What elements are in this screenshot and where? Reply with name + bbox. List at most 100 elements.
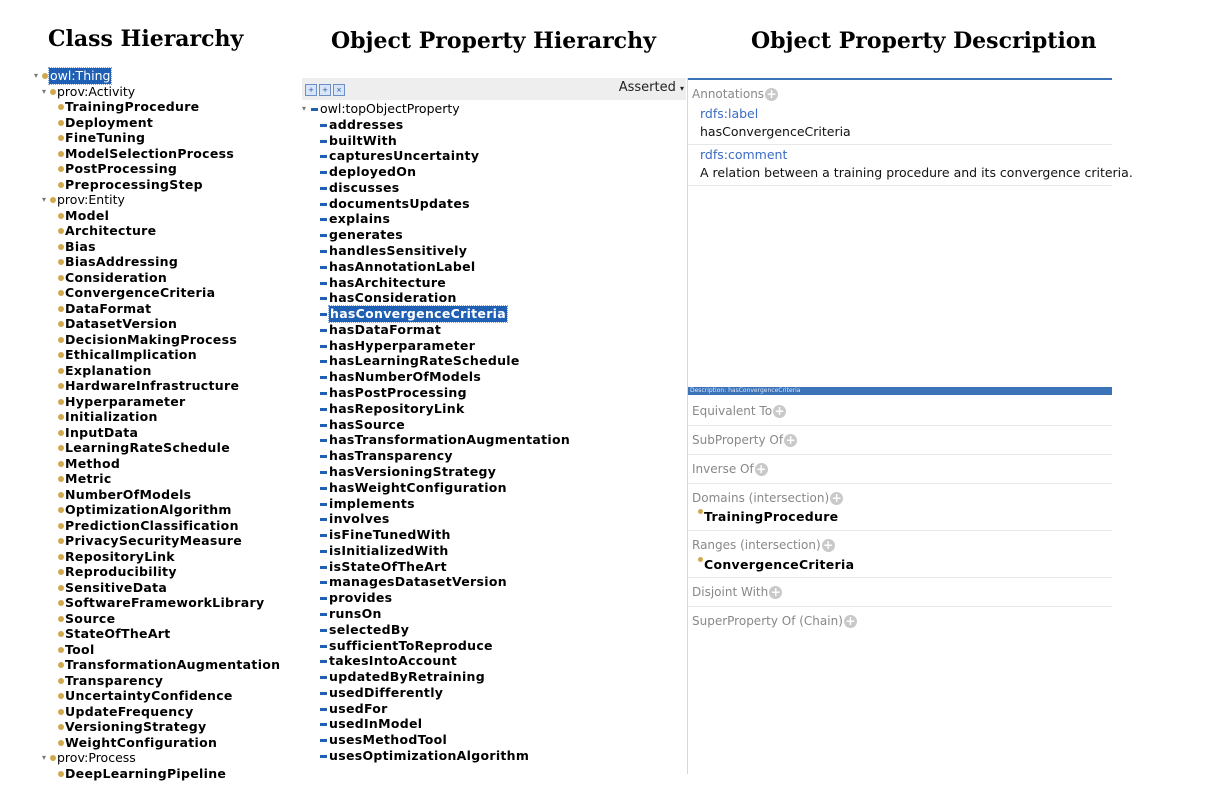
property-tree-item[interactable]: usedInModel xyxy=(320,716,680,732)
property-tree-item[interactable]: isStateOfTheArt xyxy=(320,559,680,575)
class-tree-item[interactable]: Hyperparameter xyxy=(50,394,310,410)
add-inverse-icon[interactable]: + xyxy=(754,463,768,476)
class-tree-item[interactable]: EthicalImplication xyxy=(50,347,310,363)
property-tree-item[interactable]: hasPostProcessing xyxy=(320,385,680,401)
property-tree-item[interactable]: hasHyperparameter xyxy=(320,338,680,354)
class-tree-item[interactable]: Deployment xyxy=(50,115,310,131)
class-tree-item[interactable]: PrivacySecurityMeasure xyxy=(50,533,310,549)
class-tree-item[interactable]: HardwareInfrastructure xyxy=(50,378,310,394)
property-tree-item[interactable]: hasTransformationAugmentation xyxy=(320,432,680,448)
property-tree-item[interactable]: involves xyxy=(320,511,680,527)
add-disjoint-icon[interactable]: + xyxy=(769,586,783,599)
class-tree-item[interactable]: OptimizationAlgorithm xyxy=(50,502,310,518)
property-tree-item[interactable]: usedDifferently xyxy=(320,685,680,701)
property-tree-item[interactable]: hasArchitecture xyxy=(320,275,680,291)
class-tree-item[interactable]: FineTuning xyxy=(50,130,310,146)
property-tree-item[interactable]: builtWith xyxy=(320,133,680,149)
class-tree-item[interactable]: DeepLearningPipeline xyxy=(50,766,310,782)
property-tree-item[interactable]: hasAnnotationLabel xyxy=(320,259,680,275)
annotation-key-label[interactable]: rdfs:label xyxy=(700,106,758,121)
class-tree-item[interactable]: Model xyxy=(50,208,310,224)
property-tree-item[interactable]: capturesUncertainty xyxy=(320,148,680,164)
class-tree-item[interactable]: Initialization xyxy=(50,409,310,425)
class-tree-item[interactable]: Architecture xyxy=(50,223,310,239)
property-tree-item[interactable]: hasWeightConfiguration xyxy=(320,480,680,496)
property-tree-item[interactable]: discusses xyxy=(320,180,680,196)
property-tree-item[interactable]: hasVersioningStrategy xyxy=(320,464,680,480)
expand-toggle-icon[interactable]: ▾ xyxy=(42,84,50,100)
property-tree-item[interactable]: usesMethodTool xyxy=(320,732,680,748)
add-domain-icon[interactable]: + xyxy=(830,492,844,505)
property-tree-item[interactable]: explains xyxy=(320,211,680,227)
property-tree-item[interactable]: handlesSensitively xyxy=(320,243,680,259)
expand-toggle-icon[interactable]: ▾ xyxy=(34,68,42,84)
class-tree-item[interactable]: Source xyxy=(50,611,310,627)
add-subproperty-icon[interactable]: + xyxy=(784,434,798,447)
expand-toggle-icon[interactable]: ▾ xyxy=(42,192,50,208)
add-sibling-property-icon[interactable]: + xyxy=(319,84,331,96)
property-tree-item[interactable]: usesOptimizationAlgorithm xyxy=(320,748,680,764)
property-tree-item[interactable]: updatedByRetraining xyxy=(320,669,680,685)
class-tree-item[interactable]: PostProcessing xyxy=(50,161,310,177)
class-tree-item[interactable]: ▾ owl:Thing xyxy=(34,67,294,85)
property-tree-item[interactable]: hasConvergenceCriteria xyxy=(320,305,680,323)
property-tree-item[interactable]: implements xyxy=(320,496,680,512)
class-tree-item[interactable]: InputData xyxy=(50,425,310,441)
class-tree-item[interactable]: Transparency xyxy=(50,673,310,689)
property-tree-item[interactable]: managesDatasetVersion xyxy=(320,574,680,590)
property-tree-item[interactable]: deployedOn xyxy=(320,164,680,180)
class-tree-item[interactable]: UpdateFrequency xyxy=(50,704,310,720)
class-tree-item[interactable]: Consideration xyxy=(50,270,310,286)
property-tree-item[interactable]: hasNumberOfModels xyxy=(320,369,680,385)
expand-toggle-icon[interactable]: ▾ xyxy=(42,750,50,766)
class-tree-item[interactable]: Explanation xyxy=(50,363,310,379)
class-tree-item[interactable]: ▾ prov:Activity xyxy=(42,84,302,100)
class-tree-item[interactable]: TrainingProcedure xyxy=(50,99,310,115)
class-tree-item[interactable]: TransformationAugmentation xyxy=(50,657,310,673)
class-tree-item[interactable]: VersioningStrategy xyxy=(50,719,310,735)
property-tree-item[interactable]: runsOn xyxy=(320,606,680,622)
class-tree-item[interactable]: UncertaintyConfidence xyxy=(50,688,310,704)
add-sub-property-icon[interactable]: + xyxy=(305,84,317,96)
property-tree-item[interactable]: selectedBy xyxy=(320,622,680,638)
property-tree-item[interactable]: takesIntoAccount xyxy=(320,653,680,669)
class-tree-item[interactable]: PredictionClassification xyxy=(50,518,310,534)
class-tree-item[interactable]: StateOfTheArt xyxy=(50,626,310,642)
property-tree-item[interactable]: generates xyxy=(320,227,680,243)
class-tree-item[interactable]: Tool xyxy=(50,642,310,658)
property-tree-item[interactable]: usedFor xyxy=(320,701,680,717)
class-tree-item[interactable]: WeightConfiguration xyxy=(50,735,310,751)
property-tree-item[interactable]: hasConsideration xyxy=(320,290,680,306)
class-tree-item[interactable]: DecisionMakingProcess xyxy=(50,332,310,348)
class-tree-item[interactable]: LearningRateSchedule xyxy=(50,440,310,456)
class-tree-item[interactable]: BiasAddressing xyxy=(50,254,310,270)
class-tree-item[interactable]: DataFormat xyxy=(50,301,310,317)
delete-property-icon[interactable]: × xyxy=(333,84,345,96)
domain-entry[interactable]: TrainingProcedure xyxy=(698,509,838,524)
property-tree-item[interactable]: provides xyxy=(320,590,680,606)
class-tree-item[interactable]: NumberOfModels xyxy=(50,487,310,503)
add-annotation-icon[interactable]: + xyxy=(765,88,779,101)
property-tree-item[interactable]: addresses xyxy=(320,117,680,133)
class-tree-item[interactable]: Method xyxy=(50,456,310,472)
add-range-icon[interactable]: + xyxy=(821,539,835,552)
property-tree-item[interactable]: hasLearningRateSchedule xyxy=(320,353,680,369)
class-tree-item[interactable]: Bias xyxy=(50,239,310,255)
add-equivalent-icon[interactable]: + xyxy=(773,405,787,418)
property-tree-item[interactable]: isInitializedWith xyxy=(320,543,680,559)
property-tree-item[interactable]: hasDataFormat xyxy=(320,322,680,338)
property-tree-item[interactable]: isFineTunedWith xyxy=(320,527,680,543)
class-tree-item[interactable]: ▾ prov:Entity xyxy=(42,192,302,208)
property-tree-item[interactable]: ▾ owl:topObjectProperty xyxy=(302,101,662,117)
property-tree-item[interactable]: documentsUpdates xyxy=(320,196,680,212)
range-entry[interactable]: ConvergenceCriteria xyxy=(698,557,854,572)
class-tree-item[interactable]: RepositoryLink xyxy=(50,549,310,565)
class-tree-item[interactable]: ModelSelectionProcess xyxy=(50,146,310,162)
property-tree-item[interactable]: hasTransparency xyxy=(320,448,680,464)
add-chain-icon[interactable]: + xyxy=(843,615,857,628)
class-tree-item[interactable]: DatasetVersion xyxy=(50,316,310,332)
property-tree-item[interactable]: hasSource xyxy=(320,417,680,433)
asserted-dropdown[interactable]: Asserted ▾ xyxy=(619,80,684,95)
class-tree-item[interactable]: Metric xyxy=(50,471,310,487)
property-tree-item[interactable]: sufficientToReproduce xyxy=(320,638,680,654)
